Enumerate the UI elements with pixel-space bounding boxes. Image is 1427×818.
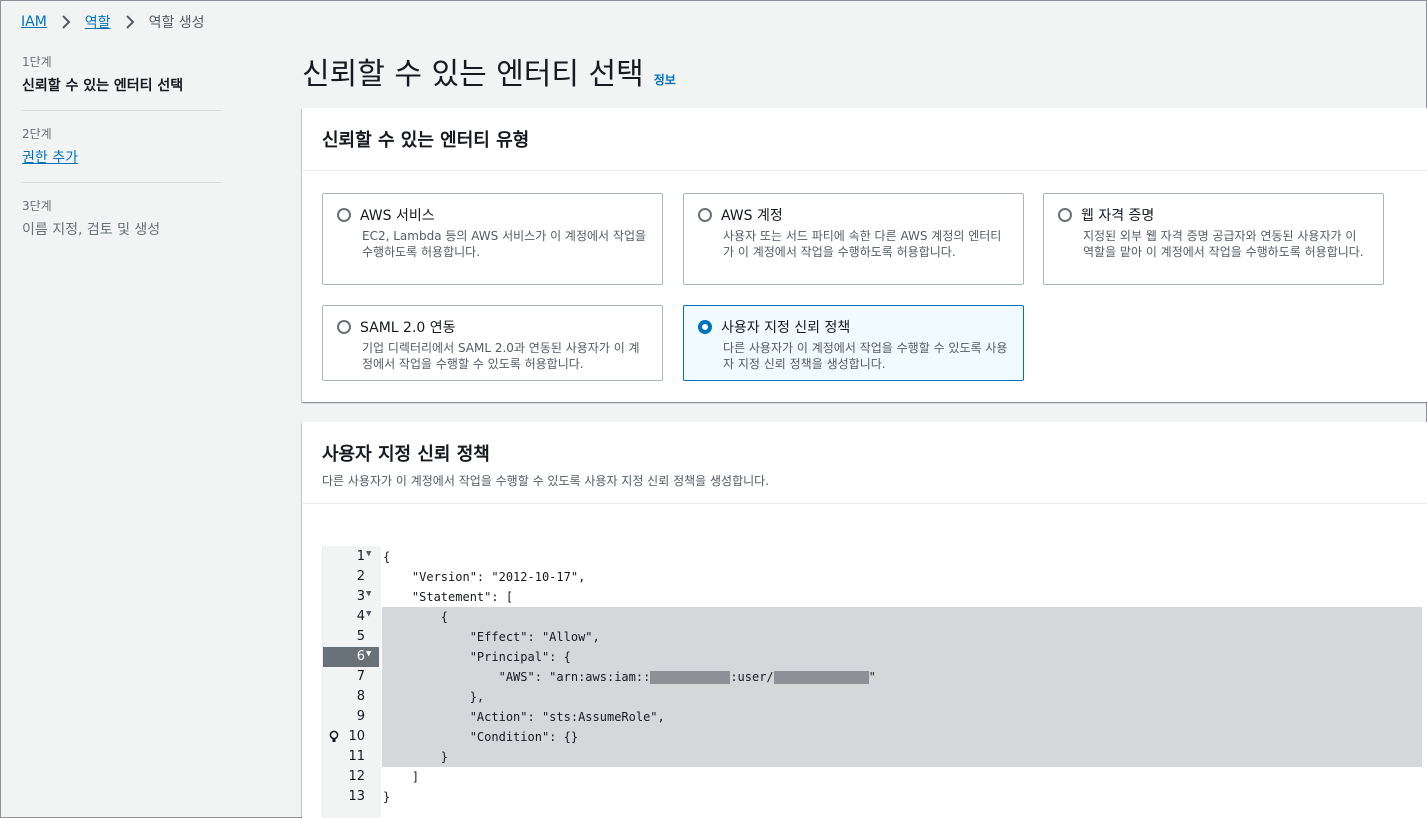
tile-title: 웹 자격 증명 <box>1081 208 1155 224</box>
fold-arrow-icon[interactable]: ▼ <box>366 609 371 619</box>
line-number: 12 <box>348 769 365 784</box>
trusted-entity-type-panel: 신뢰할 수 있는 엔터티 유형 AWS 서비스 EC2, Lambda 등의 A… <box>302 108 1427 402</box>
tile-title: SAML 2.0 연동 <box>360 320 456 336</box>
info-link[interactable]: 정보 <box>654 71 676 88</box>
line-number: 8 <box>356 689 365 704</box>
line-number: 13 <box>348 789 365 804</box>
line-number: 7 <box>356 669 365 684</box>
code-text: "Effect": "Allow", <box>383 630 600 644</box>
radio-button-selected[interactable] <box>698 320 712 334</box>
tile-web-identity[interactable]: 웹 자격 증명 지정된 외부 웹 자격 증명 공급자와 연동된 사용자가 이 역… <box>1043 193 1384 285</box>
redacted-account-id <box>650 671 731 684</box>
breadcrumb-roles[interactable]: 역할 <box>85 12 111 32</box>
editor-line[interactable]: 12 ] <box>323 767 1422 787</box>
step-number: 3단계 <box>22 199 52 213</box>
editor-line[interactable]: 11 } <box>323 747 1422 767</box>
editor-line[interactable]: 8 }, <box>323 687 1422 707</box>
code-text: "Action": "sts:AssumeRole", <box>383 710 665 724</box>
tile-aws-service[interactable]: AWS 서비스 EC2, Lambda 등의 AWS 서비스가 이 계정에서 작… <box>322 193 663 285</box>
code-text: "AWS": "arn:aws:iam:::user/" <box>383 670 876 684</box>
wizard-step-1: 1단계 신뢰할 수 있는 엔터티 선택 <box>22 53 222 111</box>
line-number: 9 <box>356 709 365 724</box>
code-text: }, <box>383 690 485 704</box>
panel-header: 사용자 지정 신뢰 정책 다른 사용자가 이 계정에서 작업을 수행할 수 있도… <box>302 422 1427 504</box>
page-title: 신뢰할 수 있는 엔터티 선택 정보 <box>302 49 676 93</box>
redacted-user-name <box>773 671 869 684</box>
fold-arrow-icon[interactable]: ▼ <box>366 549 371 559</box>
wizard-step-3: 3단계 이름 지정, 검토 및 생성 <box>22 197 222 254</box>
editor-line[interactable]: 2 "Version": "2012-10-17", <box>323 567 1422 587</box>
radio-button[interactable] <box>698 208 712 222</box>
chevron-right-icon <box>59 15 73 29</box>
radio-button[interactable] <box>337 320 351 334</box>
tile-saml-federation[interactable]: SAML 2.0 연동 기업 디렉터리에서 SAML 2.0과 연동된 사용자가… <box>322 305 663 381</box>
radio-button[interactable] <box>1058 208 1072 222</box>
code-text: { <box>383 550 391 564</box>
wizard-step-2: 2단계 권한 추가 <box>22 125 222 183</box>
editor-line[interactable]: 6 ▼ "Principal": { <box>323 647 1422 667</box>
editor-line[interactable]: 13} <box>323 787 1422 807</box>
json-policy-editor[interactable]: 1 ▼{2 "Version": "2012-10-17", 3 ▼ "Stateme… <box>322 546 1422 818</box>
line-number: 2 <box>356 569 365 584</box>
line-number: 4 <box>356 609 365 624</box>
code-text: "Condition": {} <box>383 730 579 744</box>
step-label: 이름 지정, 검토 및 생성 <box>22 222 161 238</box>
wizard-steps: 1단계 신뢰할 수 있는 엔터티 선택 2단계 권한 추가 3단계 이름 지정,… <box>22 53 222 268</box>
breadcrumb-create-role: 역할 생성 <box>148 15 205 31</box>
tile-description: 사용자 또는 서드 파티에 속한 다른 AWS 계정의 엔터티가 이 계정에서 … <box>723 229 1002 259</box>
fold-arrow-icon[interactable]: ▼ <box>366 589 371 599</box>
editor-line[interactable]: 10 "Condition": {} <box>323 727 1422 747</box>
code-text: } <box>383 750 449 764</box>
breadcrumb: IAM 역할 역할 생성 <box>21 12 205 32</box>
tile-description: 다른 사용자가 이 계정에서 작업을 수행할 수 있도록 사용자 지정 신뢰 정… <box>723 341 1008 371</box>
panel-heading: 사용자 지정 신뢰 정책 <box>322 444 490 465</box>
editor-line[interactable]: 9 "Action": "sts:AssumeRole", <box>323 707 1422 727</box>
code-text: "Statement": [ <box>383 590 514 604</box>
radio-button[interactable] <box>337 208 351 222</box>
tile-description: EC2, Lambda 등의 AWS 서비스가 이 계정에서 작업을 수행하도록… <box>362 229 647 259</box>
step-number: 2단계 <box>22 127 52 141</box>
code-text: ] <box>383 770 420 784</box>
tile-title: AWS 계정 <box>721 208 783 224</box>
code-text: "Principal": { <box>383 650 571 664</box>
tile-description: 기업 디렉터리에서 SAML 2.0과 연동된 사용자가 이 계정에서 작업을 … <box>362 341 640 371</box>
panel-header: 신뢰할 수 있는 엔터티 유형 <box>302 108 1427 171</box>
step-label: 신뢰할 수 있는 엔터티 선택 <box>22 78 184 94</box>
page-title-text: 신뢰할 수 있는 엔터티 선택 <box>302 57 644 92</box>
tile-title: 사용자 지정 신뢰 정책 <box>721 320 851 336</box>
step-link-add-permissions[interactable]: 권한 추가 <box>22 147 78 167</box>
line-number: 5 <box>356 629 365 644</box>
fold-arrow-icon[interactable]: ▼ <box>366 649 371 659</box>
line-number: 10 <box>348 729 365 744</box>
editor-line[interactable]: 5 "Effect": "Allow", <box>323 627 1422 647</box>
chevron-right-icon <box>123 15 137 29</box>
tile-aws-account[interactable]: AWS 계정 사용자 또는 서드 파티에 속한 다른 AWS 계정의 엔터티가 … <box>683 193 1024 285</box>
editor-line[interactable]: 7 "AWS": "arn:aws:iam:::user/" <box>323 667 1422 687</box>
tile-title: AWS 서비스 <box>360 208 435 224</box>
code-text: } <box>383 790 391 804</box>
tile-custom-trust-policy[interactable]: 사용자 지정 신뢰 정책 다른 사용자가 이 계정에서 작업을 수행할 수 있도… <box>683 305 1024 381</box>
editor-line[interactable]: 4 ▼ { <box>323 607 1422 627</box>
line-number: 11 <box>348 749 365 764</box>
code-text: "Version": "2012-10-17", <box>383 570 586 584</box>
line-number: 3 <box>356 589 365 604</box>
code-text: { <box>383 610 449 624</box>
panel-heading: 신뢰할 수 있는 엔터티 유형 <box>322 130 530 151</box>
custom-trust-policy-panel: 사용자 지정 신뢰 정책 다른 사용자가 이 계정에서 작업을 수행할 수 있도… <box>302 422 1427 818</box>
breadcrumb-iam[interactable]: IAM <box>21 14 47 30</box>
tile-description: 지정된 외부 웹 자격 증명 공급자와 연동된 사용자가 이 역할을 맡아 이 … <box>1083 229 1364 259</box>
line-number: 6 <box>356 649 365 664</box>
line-number: 1 <box>356 549 365 564</box>
panel-subtitle: 다른 사용자가 이 계정에서 작업을 수행할 수 있도록 사용자 지정 신뢰 정… <box>322 474 770 488</box>
editor-line[interactable]: 1 ▼ { <box>323 547 1422 567</box>
editor-line[interactable]: 3 ▼ "Statement": [ <box>323 587 1422 607</box>
step-number: 1단계 <box>22 55 52 69</box>
